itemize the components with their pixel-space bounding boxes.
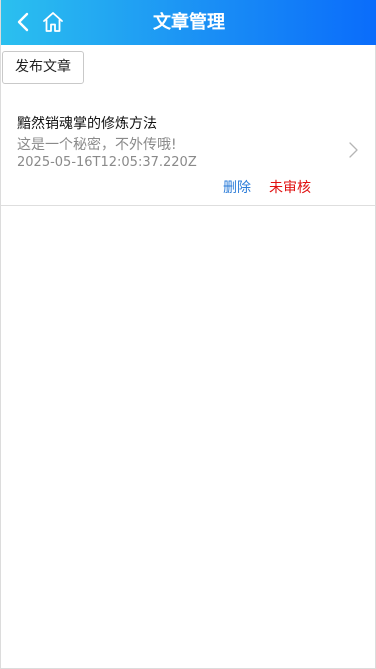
publish-article-button[interactable]: 发布文章 [2, 51, 84, 84]
article-timestamp: 2025-05-16T12:05:37.220Z [17, 155, 197, 170]
article-description: 这是一个秘密，不外传哦! [17, 137, 177, 153]
home-icon [43, 12, 63, 32]
header-bar: 文章管理 [1, 0, 376, 45]
chevron-left-icon [17, 12, 29, 32]
delete-button[interactable]: 删除 [223, 177, 251, 197]
status-badge: 未审核 [269, 180, 311, 196]
article-title: 黯然销魂掌的修炼方法 [17, 116, 157, 132]
home-button[interactable] [41, 10, 65, 34]
back-button[interactable] [13, 10, 35, 34]
article-list-item[interactable]: 黯然销魂掌的修炼方法 这是一个秘密，不外传哦! 2025-05-16T12:05… [1, 102, 376, 206]
app-root: 文章管理 发布文章 黯然销魂掌的修炼方法 这是一个秘密，不外传哦! 2025-0… [0, 0, 376, 669]
chevron-right-icon [349, 142, 358, 158]
